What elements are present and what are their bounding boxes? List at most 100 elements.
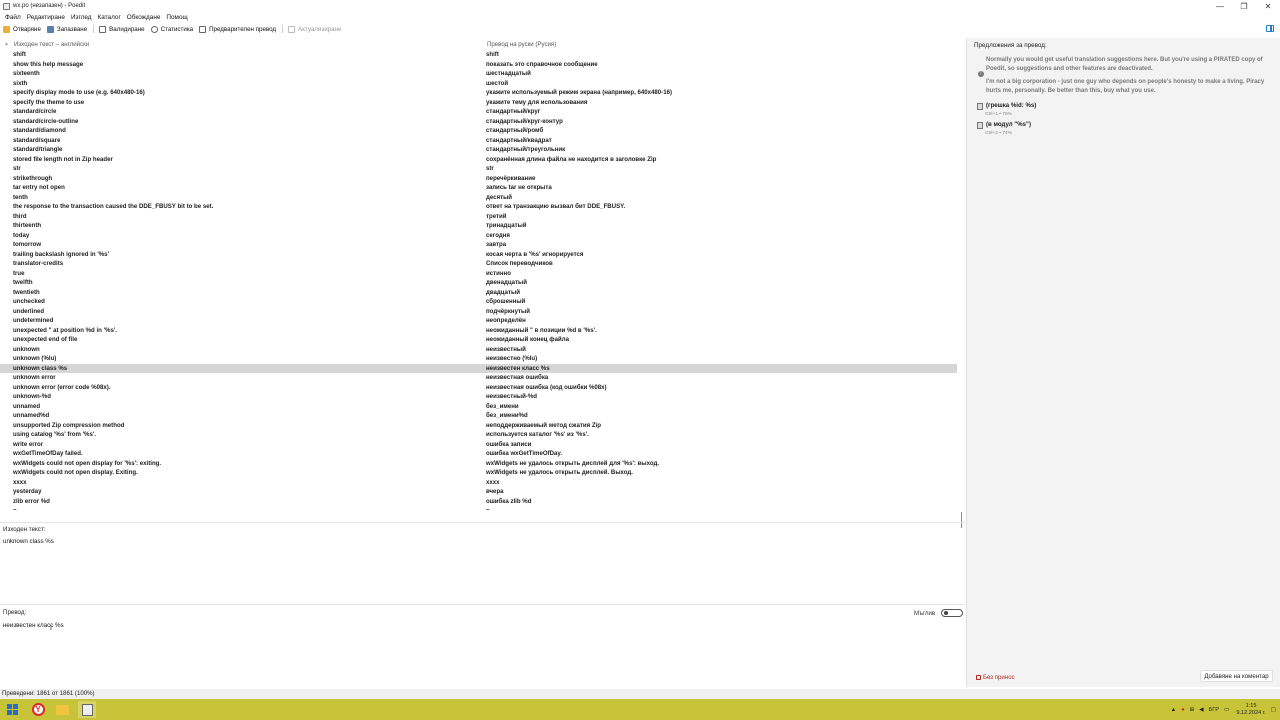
table-row[interactable]: standard/square стандартный/квадрат [0, 136, 957, 146]
notifications-icon[interactable]: ▢ [1271, 707, 1276, 713]
menu-file[interactable]: Файл [2, 14, 24, 21]
maximize-button[interactable]: ❐ [1232, 0, 1256, 12]
table-row[interactable]: unnamed%d без_имени%d [0, 411, 957, 421]
chevron-up-icon[interactable]: ▲ [1171, 707, 1177, 713]
table-row[interactable]: unknown-%d неизвестный-%d [0, 392, 957, 402]
table-row[interactable]: show this help message показать это справ… [0, 60, 957, 70]
table-row[interactable]: translator-credits Список переводчиков [0, 259, 957, 269]
table-row[interactable]: wxWidgets could not open display. Exitin… [0, 468, 957, 478]
table-row[interactable]: ~ ~ [0, 506, 957, 516]
table-row[interactable]: tomorrow завтра [0, 240, 957, 250]
table-row[interactable]: unknown error (error code %08x). неизвест… [0, 383, 957, 393]
validate-button[interactable]: Валидиране [99, 25, 145, 33]
table-row[interactable]: wxWidgets could not open display for '%s… [0, 459, 957, 469]
close-button[interactable]: ✕ [1256, 0, 1280, 12]
sort-indicator-icon[interactable]: ▲ [4, 41, 9, 47]
table-row[interactable]: standard/circle-outline стандартный/круг-… [0, 117, 957, 127]
table-row[interactable]: sixteenth шестнадцатый [0, 69, 957, 79]
table-row[interactable]: unsupported Zip compression method неподд… [0, 421, 957, 431]
table-row[interactable]: the response to the transaction caused t… [0, 202, 957, 212]
table-row[interactable]: standard/triangle стандартный/треугольник [0, 145, 957, 155]
list-divider [0, 522, 965, 523]
table-row[interactable]: tar entry not open запись tar не открыта [0, 183, 957, 193]
translation-cell: Список переводчиков [486, 260, 553, 267]
folder-icon [55, 704, 69, 715]
taskbar-poedit[interactable] [78, 701, 96, 718]
table-row[interactable]: unknown error неизвестная ошибка [0, 373, 957, 383]
table-row[interactable]: trailing backslash ignored in '%s' косая … [0, 250, 957, 260]
list-scrollbar[interactable] [958, 50, 965, 528]
table-row[interactable]: thirteenth тринадцатый [0, 221, 957, 231]
table-row[interactable]: using catalog '%s' from '%s'. используетс… [0, 430, 957, 440]
table-row[interactable]: specify display mode to use (e.g. 640x48… [0, 88, 957, 98]
table-row[interactable]: unknown (%lu) неизвестно (%lu) [0, 354, 957, 364]
table-row[interactable]: unexpected end of file неожиданный конец … [0, 335, 957, 345]
column-header-source[interactable]: Изходен текст – английски [14, 41, 89, 48]
sidebar-toggle-icon[interactable] [1266, 25, 1274, 32]
table-row[interactable]: wxGetTimeOfDay failed. ошибка wxGetTimeOf… [0, 449, 957, 459]
translation-input[interactable]: неизвестен класс %s [3, 622, 64, 629]
table-row[interactable]: tenth десятый [0, 193, 957, 203]
menu-go[interactable]: Обкождане [124, 14, 164, 21]
speaker-icon[interactable]: ◀ [1199, 707, 1203, 713]
table-row[interactable]: write error ошибка записи [0, 440, 957, 450]
save-label: Запазване [56, 25, 88, 33]
menu-view[interactable]: Изглед [68, 14, 95, 21]
table-row[interactable]: underlined подчёркнутый [0, 307, 957, 317]
table-row[interactable]: standard/circle стандартный/круг [0, 107, 957, 117]
table-row[interactable]: str str [0, 164, 957, 174]
translation-cell: wxWidgets не удалось открыть дисплей. Вы… [486, 469, 633, 476]
table-row[interactable]: today сегодня [0, 231, 957, 241]
table-row[interactable]: shift shift [0, 50, 957, 60]
column-header-translation[interactable]: Превод на руски (Русия) [487, 41, 556, 48]
table-row[interactable]: undetermined неопределён [0, 316, 957, 326]
taskbar-explorer[interactable] [53, 701, 71, 718]
start-button[interactable] [3, 701, 21, 718]
no-contribution-link[interactable]: Без принос [976, 674, 1015, 681]
table-row[interactable]: twentieth двадцатый [0, 288, 957, 298]
translation-cell: стандартный/круг-контур [486, 117, 563, 125]
poedit-app-icon [3, 2, 10, 10]
translation-cell: шестнадцатый [486, 70, 531, 77]
source-cell: undetermined [13, 317, 54, 324]
menu-help[interactable]: Помощ [163, 14, 190, 21]
language-indicator[interactable]: БГР [1209, 707, 1219, 713]
table-row[interactable]: stored file length not in Zip header сохр… [0, 155, 957, 165]
recording-icon[interactable]: ● [1181, 707, 1184, 713]
update-button[interactable]: Актуализиране [288, 25, 341, 33]
table-row[interactable]: strikethrough перечёркивание [0, 174, 957, 184]
table-row[interactable]: zlib error %d ошибка zlib %d [0, 497, 957, 507]
display-icon[interactable]: ▭ [1224, 707, 1229, 713]
taskbar-browser[interactable]: Y [29, 701, 47, 718]
network-icon[interactable]: ⊞ [1190, 707, 1195, 713]
table-row[interactable]: unnamed без_имени [0, 402, 957, 412]
open-button[interactable]: Отваряне [3, 25, 41, 33]
fuzzy-toggle[interactable] [941, 609, 964, 617]
table-row[interactable]: unknown неизвестный [0, 345, 957, 355]
pretranslate-button[interactable]: Предварителен превод [199, 25, 276, 33]
save-button[interactable]: Запазване [46, 25, 88, 33]
statistics-button[interactable]: Статистика [150, 25, 193, 33]
clock[interactable]: 1:15 9.12.2024 г. [1236, 703, 1265, 717]
add-comment-button[interactable]: Добавяне на коментар [1200, 670, 1273, 682]
table-row[interactable]: twelfth двенадцатый [0, 278, 957, 288]
menu-catalog[interactable]: Каталог [95, 14, 124, 21]
table-row[interactable]: unknown class %s неизвестен класс %s [0, 363, 957, 373]
menu-edit[interactable]: Редактиране [24, 14, 68, 21]
source-cell: true [13, 269, 25, 277]
table-row[interactable]: specify the theme to use укажите тему для… [0, 98, 957, 108]
table-row[interactable]: standard/diamond стандартный/ромб [0, 126, 957, 136]
translation-cell: укажите используемый режим экрана (напри… [486, 89, 673, 96]
source-cell: sixth [13, 79, 28, 87]
source-cell: standard/circle-outline [13, 117, 79, 125]
table-row[interactable]: yesterday вчера [0, 487, 957, 497]
table-row[interactable]: unchecked сброшенный [0, 297, 957, 307]
table-row[interactable]: sixth шестой [0, 79, 957, 89]
table-row[interactable]: unexpected " at position %d in '%s'. неож… [0, 326, 957, 336]
table-row[interactable]: true истинно [0, 269, 957, 279]
table-row[interactable]: third третий [0, 212, 957, 222]
table-row[interactable]: xxxx xxxx [0, 478, 957, 488]
scrollbar-thumb[interactable] [961, 512, 962, 528]
minimize-button[interactable]: — [1208, 0, 1232, 12]
source-cell: unknown class %s [13, 364, 68, 372]
